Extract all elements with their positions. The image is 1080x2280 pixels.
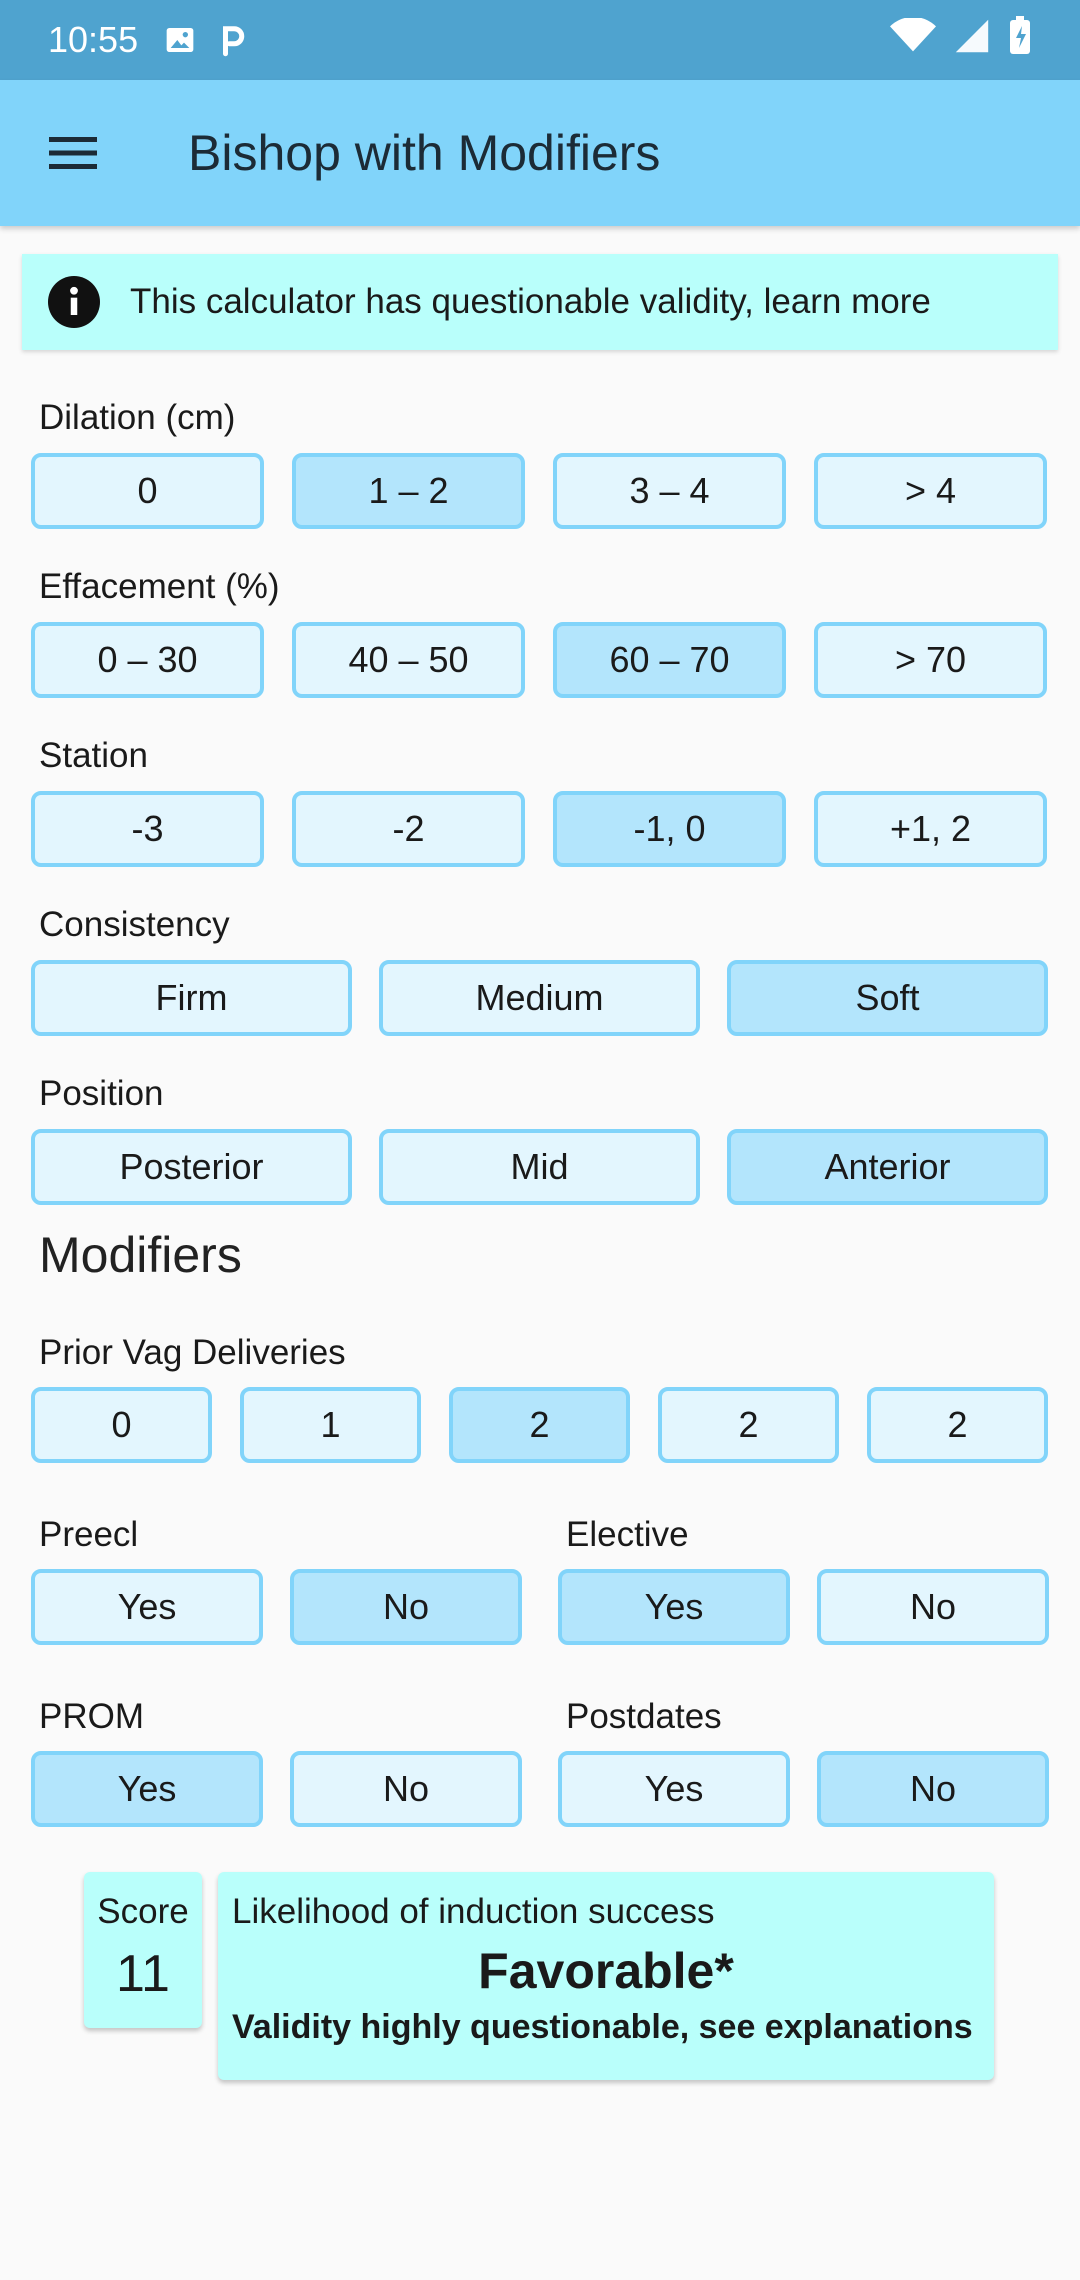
dilation-label: Dilation (cm) [39,398,236,437]
score-card: Score 11 [84,1872,202,2028]
dilation-option-1-2[interactable]: 1 – 2 [292,453,525,529]
prior-vag-options: 0 1 2 2 2 [31,1387,1048,1463]
effacement-option-0-30[interactable]: 0 – 30 [31,622,264,698]
prom-label: PROM [39,1697,144,1736]
station-option-plus1-2[interactable]: +1, 2 [814,791,1047,867]
effacement-label: Effacement (%) [39,567,280,606]
consistency-options: Firm Medium Soft [31,960,1048,1036]
preecl-option-yes[interactable]: Yes [31,1569,263,1645]
prom-option-yes[interactable]: Yes [31,1751,263,1827]
consistency-option-soft[interactable]: Soft [727,960,1048,1036]
consistency-label: Consistency [39,905,230,944]
status-time: 10:55 [48,19,139,60]
banner-text: This calculator has questionable validit… [130,282,931,321]
prior-vag-option-1[interactable]: 1 [240,1387,421,1463]
station-option-minus1-0[interactable]: -1, 0 [553,791,786,867]
status-bar: 10:55 [0,0,1080,80]
consistency-option-firm[interactable]: Firm [31,960,352,1036]
elective-option-no[interactable]: No [817,1569,1049,1645]
consistency-option-medium[interactable]: Medium [379,960,700,1036]
prior-vag-option-2c[interactable]: 2 [867,1387,1048,1463]
menu-button[interactable] [0,80,146,226]
score-label: Score [97,1892,189,1931]
station-option-minus2[interactable]: -2 [292,791,525,867]
prom-option-no[interactable]: No [290,1751,522,1827]
position-label: Position [39,1074,164,1113]
postdates-option-yes[interactable]: Yes [558,1751,790,1827]
postdates-options: Yes No [558,1751,1049,1827]
effacement-option-40-50[interactable]: 40 – 50 [292,622,525,698]
prior-vag-label: Prior Vag Deliveries [39,1333,346,1372]
position-option-posterior[interactable]: Posterior [31,1129,352,1205]
app-bar: Bishop with Modifiers [0,80,1080,226]
preecl-option-no[interactable]: No [290,1569,522,1645]
result-note: Validity highly questionable, see explan… [232,2008,973,2046]
prom-options: Yes No [31,1751,522,1827]
hamburger-menu-icon [49,137,97,169]
elective-label: Elective [566,1515,689,1554]
elective-option-yes[interactable]: Yes [558,1569,790,1645]
info-icon [48,276,100,328]
dilation-option-3-4[interactable]: 3 – 4 [553,453,786,529]
app-title: Bishop with Modifiers [188,125,661,181]
dilation-option-gt4[interactable]: > 4 [814,453,1047,529]
dilation-option-0[interactable]: 0 [31,453,264,529]
position-option-mid[interactable]: Mid [379,1129,700,1205]
effacement-options: 0 – 30 40 – 50 60 – 70 > 70 [31,622,1047,698]
effacement-option-gt70[interactable]: > 70 [814,622,1047,698]
dilation-options: 0 1 – 2 3 – 4 > 4 [31,453,1047,529]
station-option-minus3[interactable]: -3 [31,791,264,867]
cell-signal-icon [954,18,990,63]
effacement-option-60-70[interactable]: 60 – 70 [553,622,786,698]
prior-vag-option-2b[interactable]: 2 [658,1387,839,1463]
preecl-label: Preecl [39,1515,139,1554]
image-notification-icon [164,24,196,56]
result-card[interactable]: Likelihood of induction success Favorabl… [218,1872,994,2080]
parking-notification-icon [218,23,248,57]
station-options: -3 -2 -1, 0 +1, 2 [31,791,1047,867]
prior-vag-option-2a[interactable]: 2 [449,1387,630,1463]
postdates-label: Postdates [566,1697,722,1736]
result-label: Likelihood of induction success [232,1892,715,1931]
postdates-option-no[interactable]: No [817,1751,1049,1827]
position-option-anterior[interactable]: Anterior [727,1129,1048,1205]
station-label: Station [39,736,148,775]
elective-options: Yes No [558,1569,1049,1645]
prior-vag-option-0[interactable]: 0 [31,1387,212,1463]
battery-charging-icon [1008,15,1032,65]
position-options: Posterior Mid Anterior [31,1129,1048,1205]
score-value: 11 [116,1945,170,2003]
validity-banner[interactable]: This calculator has questionable validit… [22,254,1058,350]
modifiers-heading: Modifiers [39,1227,242,1283]
preecl-options: Yes No [31,1569,522,1645]
result-value: Favorable* [478,1943,734,1999]
wifi-icon [890,16,936,63]
